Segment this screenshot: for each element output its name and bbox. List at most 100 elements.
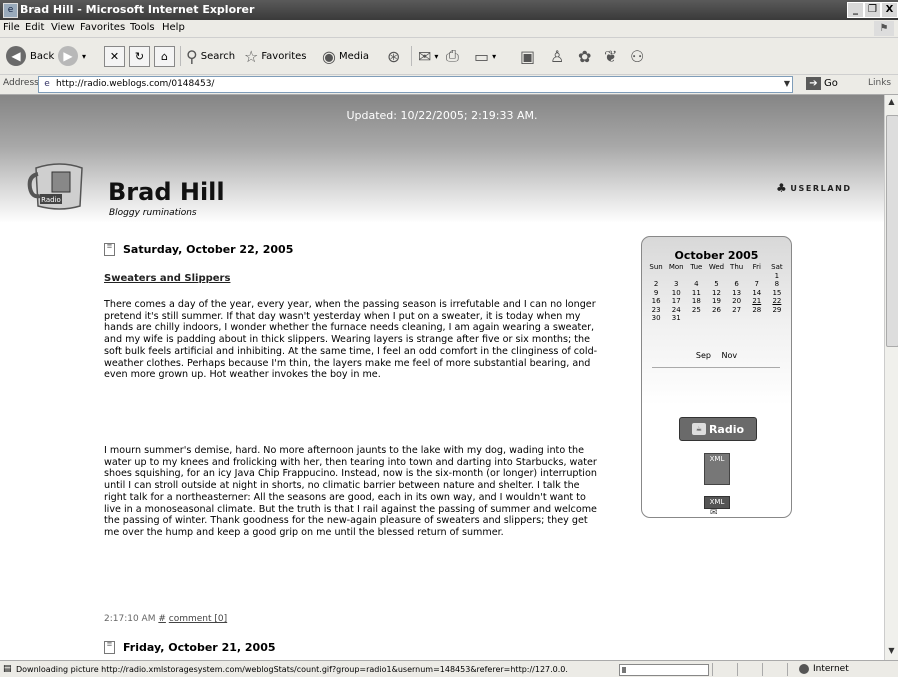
menu-tools[interactable]: Tools xyxy=(130,22,155,33)
calendar-day: 4 xyxy=(694,280,699,288)
status-bar: ▤ Downloading picture http://radio.xmlst… xyxy=(0,660,898,677)
menu-bar: File Edit View Favorites Tools Help ⚑ xyxy=(0,20,898,38)
calendar-empty-cell xyxy=(646,272,666,281)
refresh-icon: ↻ xyxy=(129,45,150,67)
calendar-day-header: Wed xyxy=(708,263,725,271)
post-footer: 2:17:10 AM # comment [0] xyxy=(104,614,227,624)
calendar-day-header: Tue xyxy=(690,263,703,271)
back-button[interactable]: ◀ Back ▾ xyxy=(6,44,62,68)
messenger-button[interactable]: ✿ xyxy=(578,44,594,68)
svg-text:Radio: Radio xyxy=(41,196,61,204)
back-label: Back xyxy=(30,50,55,62)
home-button[interactable]: ⌂ xyxy=(154,44,175,68)
calendar-week-row: 30 31 xyxy=(646,314,787,323)
calendar-day-header: Sun xyxy=(649,263,663,271)
maximize-button[interactable]: ❐ xyxy=(864,2,881,18)
zone-label: Internet xyxy=(813,664,849,674)
close-button[interactable]: X xyxy=(881,2,898,18)
radio-badge-label: Radio xyxy=(708,422,745,436)
calendar-empty-cell xyxy=(747,272,767,281)
minimize-button[interactable]: _ xyxy=(847,2,864,18)
menu-view[interactable]: View xyxy=(51,22,75,33)
calendar-day: 18 xyxy=(691,297,701,305)
menu-help[interactable]: Help xyxy=(162,22,185,33)
userland-logo[interactable]: ♣ USERLAND xyxy=(776,181,852,195)
forward-dropdown-icon[interactable]: ▾ xyxy=(82,52,86,61)
print-button[interactable]: ⎙ xyxy=(446,44,462,68)
mail-button[interactable]: ✉ ▾ xyxy=(418,44,438,68)
calendar-day: 29 xyxy=(772,305,782,314)
permalink-link[interactable]: # xyxy=(158,614,166,624)
edit-dropdown-icon[interactable]: ▾ xyxy=(492,52,496,61)
page-icon: e xyxy=(44,79,50,89)
scroll-up-icon[interactable]: ▲ xyxy=(886,97,897,109)
calendar-day-header: Mon xyxy=(668,263,684,271)
refresh-button[interactable]: ↻ xyxy=(129,44,150,68)
calendar-week-row: 2 3 4 5 6 7 8 xyxy=(646,280,787,289)
status-divider xyxy=(737,663,738,676)
forward-arrow-icon: ▶ xyxy=(58,46,78,66)
stop-button[interactable]: ✕ xyxy=(104,44,125,68)
people-icon: ⚇ xyxy=(630,46,645,66)
userland-tree-icon: ♣ xyxy=(776,181,789,195)
calendar-day: 31 xyxy=(671,314,681,322)
calendar-day[interactable]: 21 xyxy=(747,297,767,306)
day-header-1: ≡ Saturday, October 22, 2005 xyxy=(104,243,293,256)
vertical-scrollbar[interactable]: ▲ ▼ xyxy=(884,95,898,660)
radio-mug-icon: ☕ xyxy=(691,423,706,435)
page-loading-icon: ▤ xyxy=(3,664,12,674)
menu-edit[interactable]: Edit xyxy=(25,22,44,33)
post-title-link[interactable]: Sweaters and Slippers xyxy=(104,273,230,284)
mail-dropdown-icon[interactable]: ▾ xyxy=(434,52,438,61)
edit-icon: ▭ xyxy=(474,46,490,66)
favorites-button[interactable]: ☆ Favorites xyxy=(244,44,307,68)
history-button[interactable]: ⊛ xyxy=(387,44,403,68)
post-paragraph-1: There comes a day of the year, every yea… xyxy=(104,299,598,381)
calendar-days-header: Sun Mon Tue Wed Thu Fri Sat xyxy=(646,263,787,272)
day-header-1-label: Saturday, October 22, 2005 xyxy=(123,243,294,256)
media-button[interactable]: ◉ Media xyxy=(322,44,369,68)
calendar-prev-link[interactable]: Sep xyxy=(696,351,711,360)
calendar-empty-cell xyxy=(706,314,726,323)
forward-button[interactable]: ▶ ▾ xyxy=(58,44,86,68)
go-label: Go xyxy=(824,78,838,89)
research-button[interactable]: ♙ xyxy=(550,44,567,68)
comment-link[interactable]: comment [0] xyxy=(169,614,227,624)
status-divider xyxy=(762,663,763,676)
day-header-2-label: Friday, October 21, 2005 xyxy=(123,641,276,654)
calendar-nav: Sep Nov xyxy=(642,351,791,360)
xml-coffee-mug-button[interactable]: XML xyxy=(704,453,730,485)
radio-badge-button[interactable]: ☕ Radio xyxy=(679,417,757,441)
menu-file[interactable]: File xyxy=(3,22,20,33)
discuss-button[interactable]: ▣ xyxy=(520,44,538,68)
post-paragraph-2: I mourn summer's demise, hard. No more a… xyxy=(104,445,597,538)
edit-button[interactable]: ▭ ▾ xyxy=(474,44,496,68)
calendar-day: 27 xyxy=(732,305,742,314)
calendar-empty-cell xyxy=(727,272,747,281)
calendar-day: 20 xyxy=(732,297,742,305)
toolbar-extra-button[interactable]: ❦ xyxy=(604,44,620,68)
calendar-day: 11 xyxy=(691,288,701,297)
ie-icon: e xyxy=(3,3,18,18)
go-button[interactable]: ➔ Go xyxy=(806,77,838,90)
search-button[interactable]: ⚲ Search xyxy=(186,44,235,68)
address-input[interactable]: e http://radio.weblogs.com/0148453/ ▼ xyxy=(38,76,793,93)
calendar-next-link[interactable]: Nov xyxy=(722,351,738,360)
calendar-day[interactable]: 22 xyxy=(767,297,787,306)
xml-mug-label: XML xyxy=(709,455,725,463)
updated-timestamp: Updated: 10/22/2005; 2:19:33 AM. xyxy=(346,109,538,122)
status-divider xyxy=(712,663,713,676)
home-icon: ⌂ xyxy=(154,45,175,67)
menu-favorites[interactable]: Favorites xyxy=(80,22,125,33)
scroll-thumb[interactable] xyxy=(886,115,898,347)
toolbar-extra-button-2[interactable]: ⚇ xyxy=(630,44,647,68)
blog-title: Brad Hill xyxy=(108,178,225,206)
links-button[interactable]: Links xyxy=(868,78,891,88)
address-dropdown-icon[interactable]: ▼ xyxy=(784,79,790,88)
toolbar-separator xyxy=(180,46,181,66)
scroll-down-icon[interactable]: ▼ xyxy=(886,646,897,658)
stop-icon: ✕ xyxy=(104,45,125,67)
calendar-day: 14 xyxy=(752,288,762,297)
email-icon[interactable]: ✉ xyxy=(710,508,718,518)
calendar-day-header: Sat xyxy=(771,263,783,271)
